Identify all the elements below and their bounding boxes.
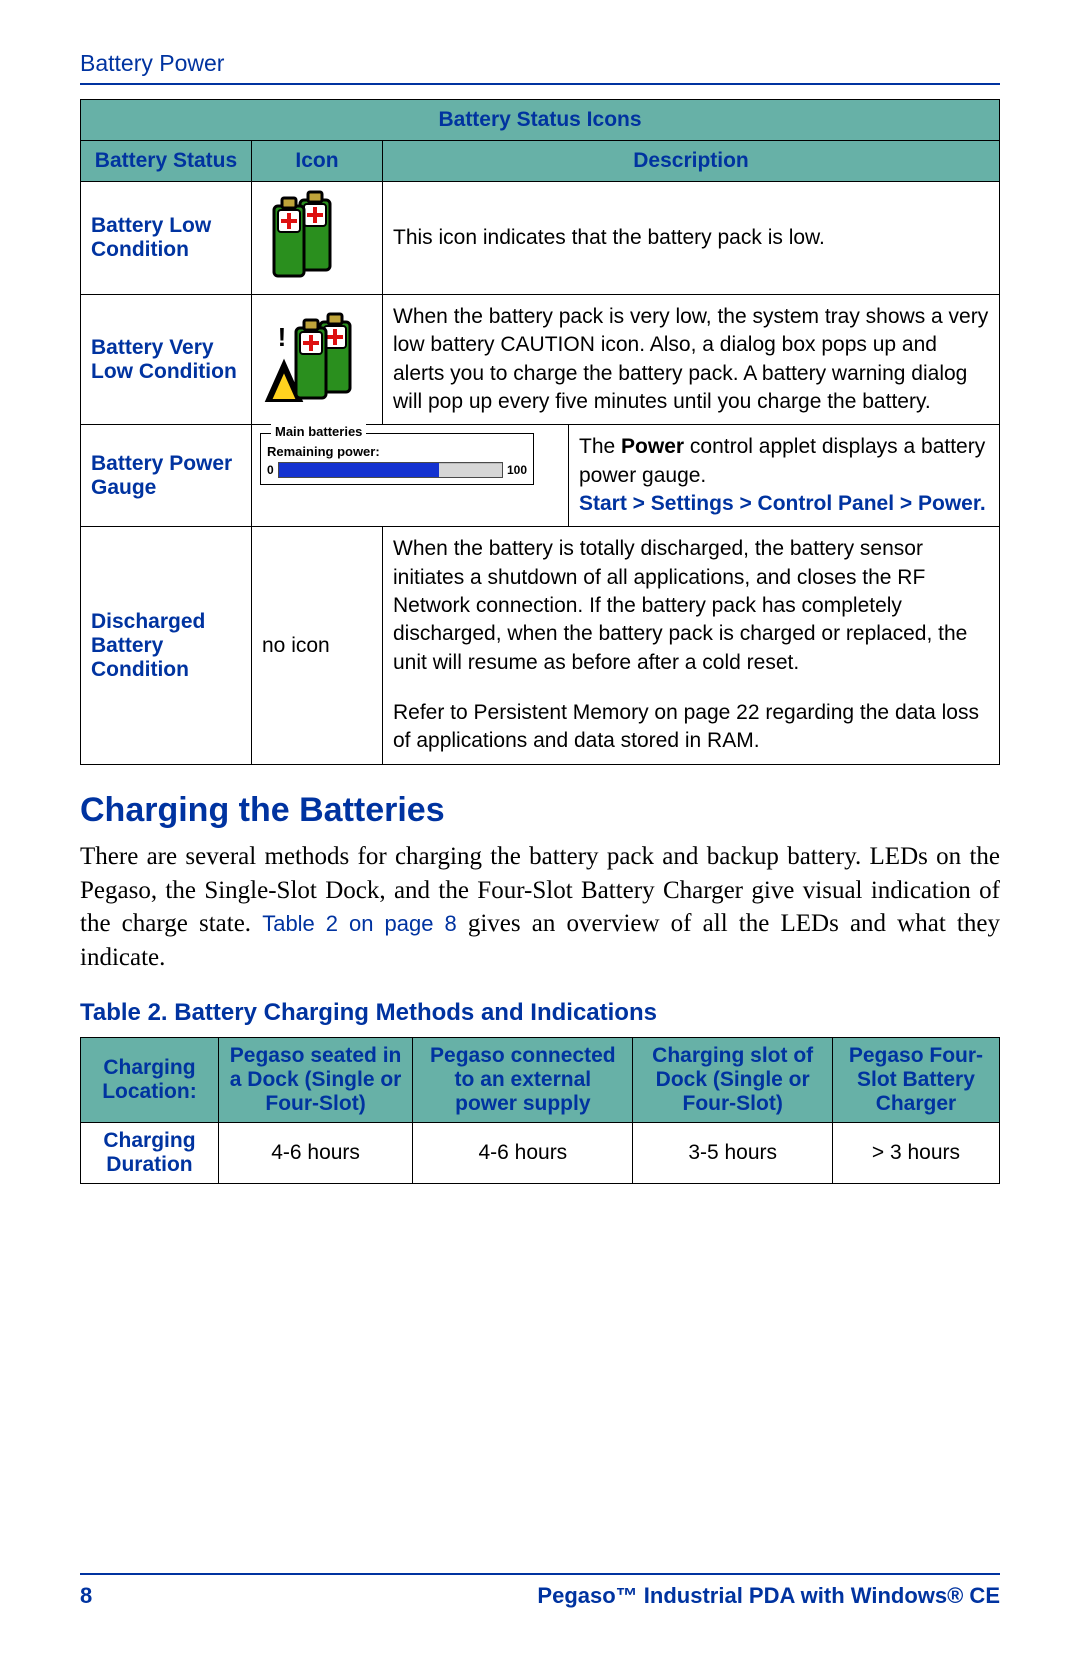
desc-p2: Refer to Persistent Memory on page 22 re… [393, 699, 989, 756]
batt-very-low-icon: ! [262, 312, 362, 402]
gauge-title: Main batteries [271, 424, 366, 440]
svg-text:!: ! [278, 322, 287, 352]
row-desc: When the battery is totally discharged, … [383, 527, 1000, 764]
row-status: Battery Power Gauge [81, 425, 252, 527]
table-row: Charging Duration 4-6 hours 4-6 hours 3-… [81, 1122, 1000, 1183]
table-row: Battery Very Low Condition ! [81, 295, 1000, 425]
ct-header-1: Pegaso seated in a Dock (Single or Four-… [218, 1037, 412, 1122]
gauge-min: 0 [267, 463, 274, 477]
status-header-status: Battery Status [81, 141, 252, 182]
charging-heading: Charging the Batteries [80, 791, 1000, 830]
row-icon-cell: no icon [252, 527, 383, 764]
status-header-icon: Icon [252, 141, 383, 182]
gauge-bar [278, 462, 503, 478]
section-rule [80, 83, 1000, 85]
row-status: Battery Very Low Condition [81, 295, 252, 425]
no-icon-text: no icon [262, 634, 330, 657]
table-row: Discharged Battery Condition no icon Whe… [81, 527, 1000, 764]
table-row: Battery Low Condition [81, 182, 1000, 295]
row-icon-cell [252, 182, 383, 295]
row-status: Discharged Battery Condition [81, 527, 252, 764]
status-table-caption: Battery Status Icons [81, 100, 1000, 141]
ct-header-4: Pegaso Four-Slot Battery Charger [832, 1037, 999, 1122]
desc-p1: When the battery is totally discharged, … [393, 535, 989, 677]
ct-val-0: 4-6 hours [218, 1122, 412, 1183]
page-number: 8 [80, 1583, 92, 1609]
section-title: Battery Power [80, 50, 1000, 77]
row-desc-pre: The [579, 435, 621, 458]
ct-val-2: 3-5 hours [633, 1122, 832, 1183]
ct-header-3: Charging slot of Dock (Single or Four-Sl… [633, 1037, 832, 1122]
status-header-desc: Description [383, 141, 1000, 182]
product-name: Pegaso™ Industrial PDA with Windows® CE [537, 1583, 1000, 1609]
batt-low-icon [262, 190, 342, 280]
table2-title: Table 2. Battery Charging Methods and In… [80, 999, 1000, 1027]
row-icon-cell: ! [252, 295, 383, 425]
table-row: Battery Power Gauge Main batteries Remai… [81, 425, 1000, 527]
battery-status-table: Battery Status Icons Battery Status Icon… [80, 99, 1000, 765]
footer-rule [80, 1573, 1000, 1575]
row-desc: When the battery pack is very low, the s… [383, 295, 1000, 425]
power-gauge-icon: Main batteries Remaining power: 0 100 [260, 433, 534, 485]
gauge-max: 100 [507, 463, 527, 477]
row-desc: This icon indicates that the battery pac… [383, 182, 1000, 295]
charging-methods-table: Charging Location: Pegaso seated in a Do… [80, 1037, 1000, 1184]
charging-paragraph: There are several methods for charging t… [80, 840, 1000, 975]
ct-rowlabel: Charging Duration [81, 1122, 219, 1183]
page-footer: 8 Pegaso™ Industrial PDA with Windows® C… [80, 1573, 1000, 1609]
ct-val-1: 4-6 hours [413, 1122, 633, 1183]
row-status: Battery Low Condition [81, 182, 252, 295]
ct-header-2: Pegaso connected to an external power su… [413, 1037, 633, 1122]
row-desc-path: Start > Settings > Control Panel > Power… [579, 492, 986, 515]
ct-val-3: > 3 hours [832, 1122, 999, 1183]
row-desc-bold: Power [621, 435, 684, 458]
table2-link[interactable]: Table 2 on page 8 [262, 911, 457, 936]
gauge-subtitle: Remaining power: [267, 444, 527, 460]
ct-header-0: Charging Location: [81, 1037, 219, 1122]
